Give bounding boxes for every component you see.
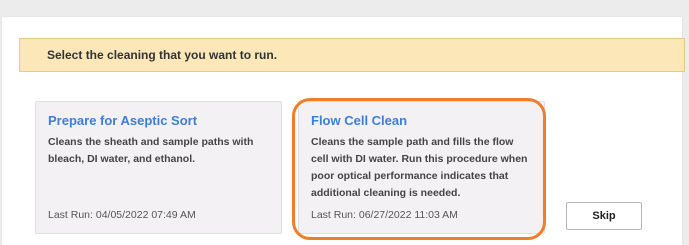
option-title: Flow Cell Clean <box>311 113 408 128</box>
skip-button[interactable]: Skip <box>566 202 642 230</box>
option-card-flow-cell-clean[interactable]: Flow Cell Clean Cleans the sample path a… <box>298 101 545 234</box>
option-title: Prepare for Aseptic Sort <box>48 113 198 128</box>
option-last-run: Last Run: 06/27/2022 11:03 AM <box>311 209 458 221</box>
option-description: Cleans the sample path and fills the flo… <box>311 136 528 199</box>
option-card-prepare-aseptic-sort[interactable]: Prepare for Aseptic Sort Cleans the shea… <box>35 101 282 234</box>
instruction-banner: Select the cleaning that you want to run… <box>19 38 685 72</box>
option-last-run: Last Run: 04/05/2022 07:49 AM <box>48 209 196 221</box>
instruction-text: Select the cleaning that you want to run… <box>47 48 278 62</box>
option-description: Cleans the sheath and sample paths with … <box>48 136 254 165</box>
